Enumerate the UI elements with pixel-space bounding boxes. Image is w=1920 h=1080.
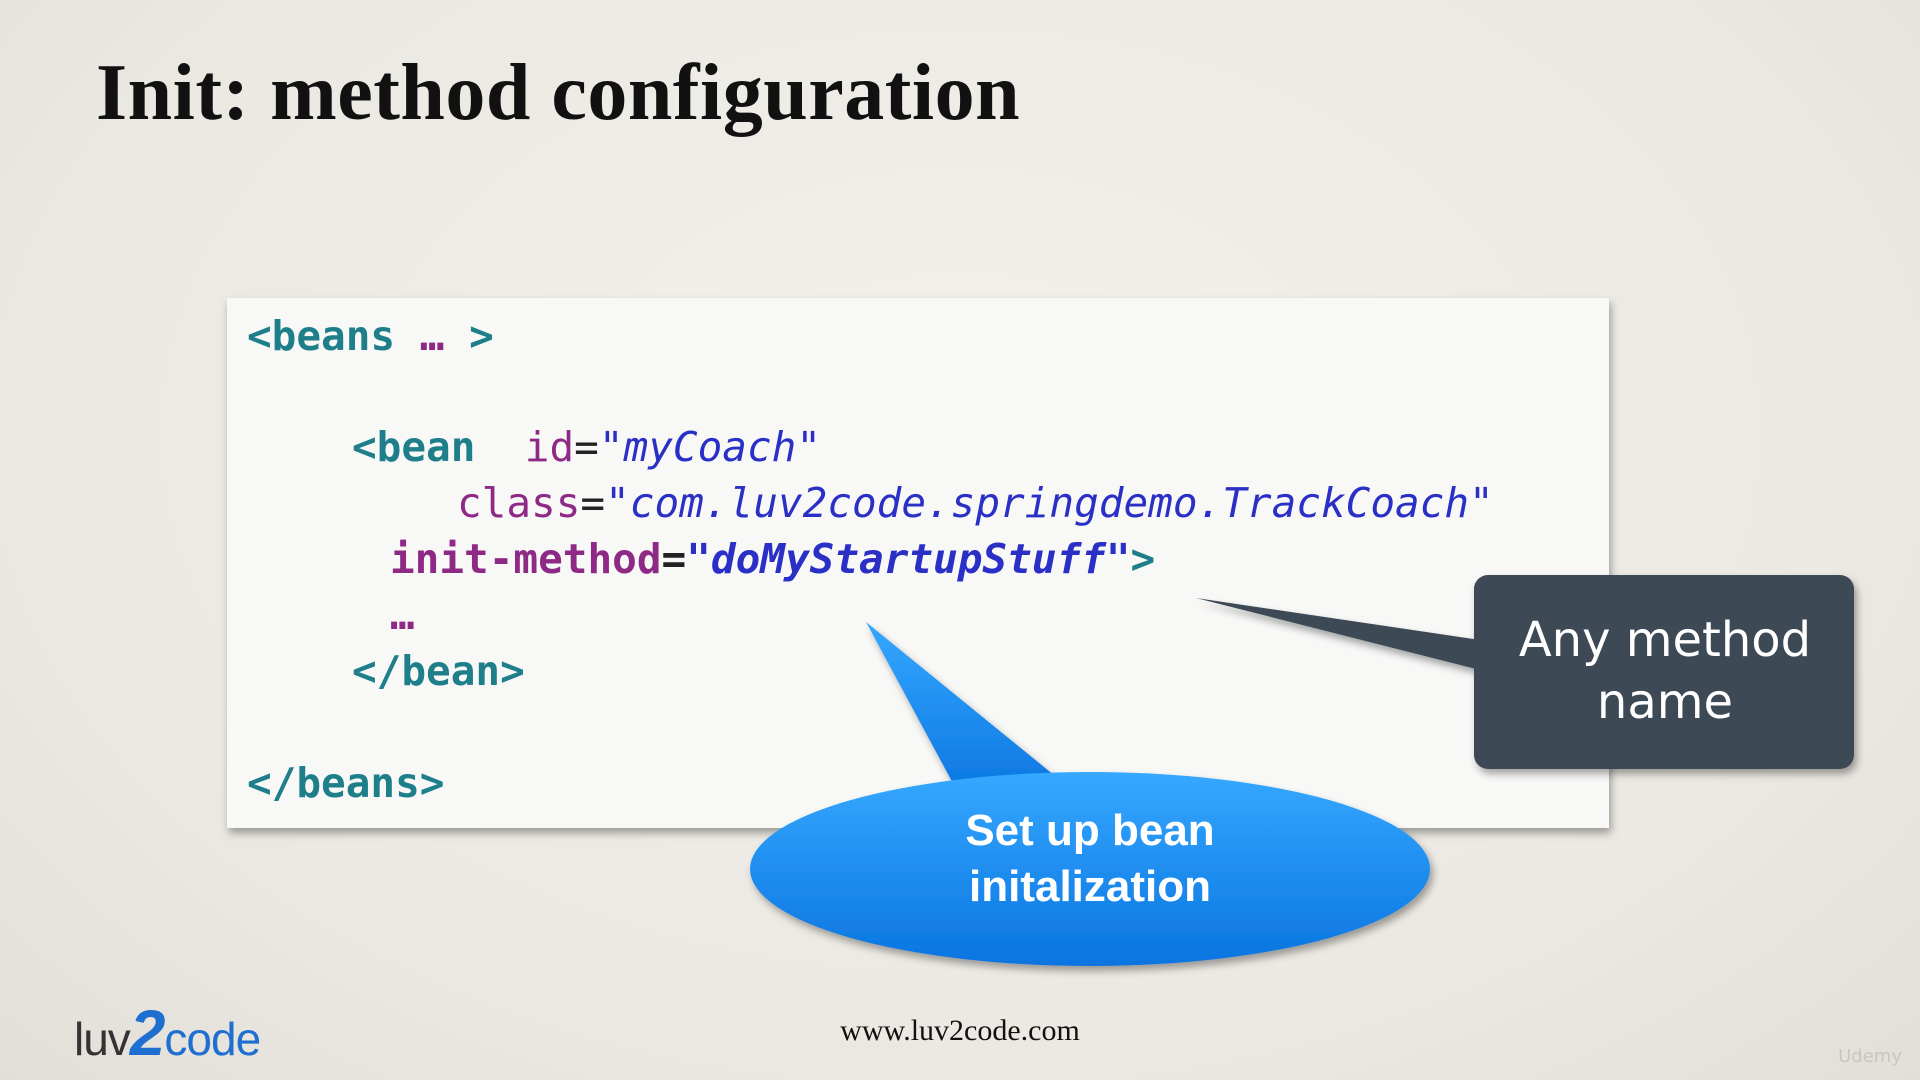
- method-name-line1: Any method: [1518, 612, 1812, 668]
- setup-callout-label: Set up bean initalization: [750, 784, 1430, 934]
- udemy-watermark: Udemy: [1838, 1046, 1902, 1067]
- setup-line1: Set up bean: [965, 806, 1215, 855]
- method-name-line2: name: [1596, 674, 1734, 730]
- method-name-callout-label: Any method name: [1476, 575, 1854, 767]
- setup-line2: initalization: [969, 862, 1211, 911]
- footer-url: www.luv2code.com: [840, 1014, 1080, 1047]
